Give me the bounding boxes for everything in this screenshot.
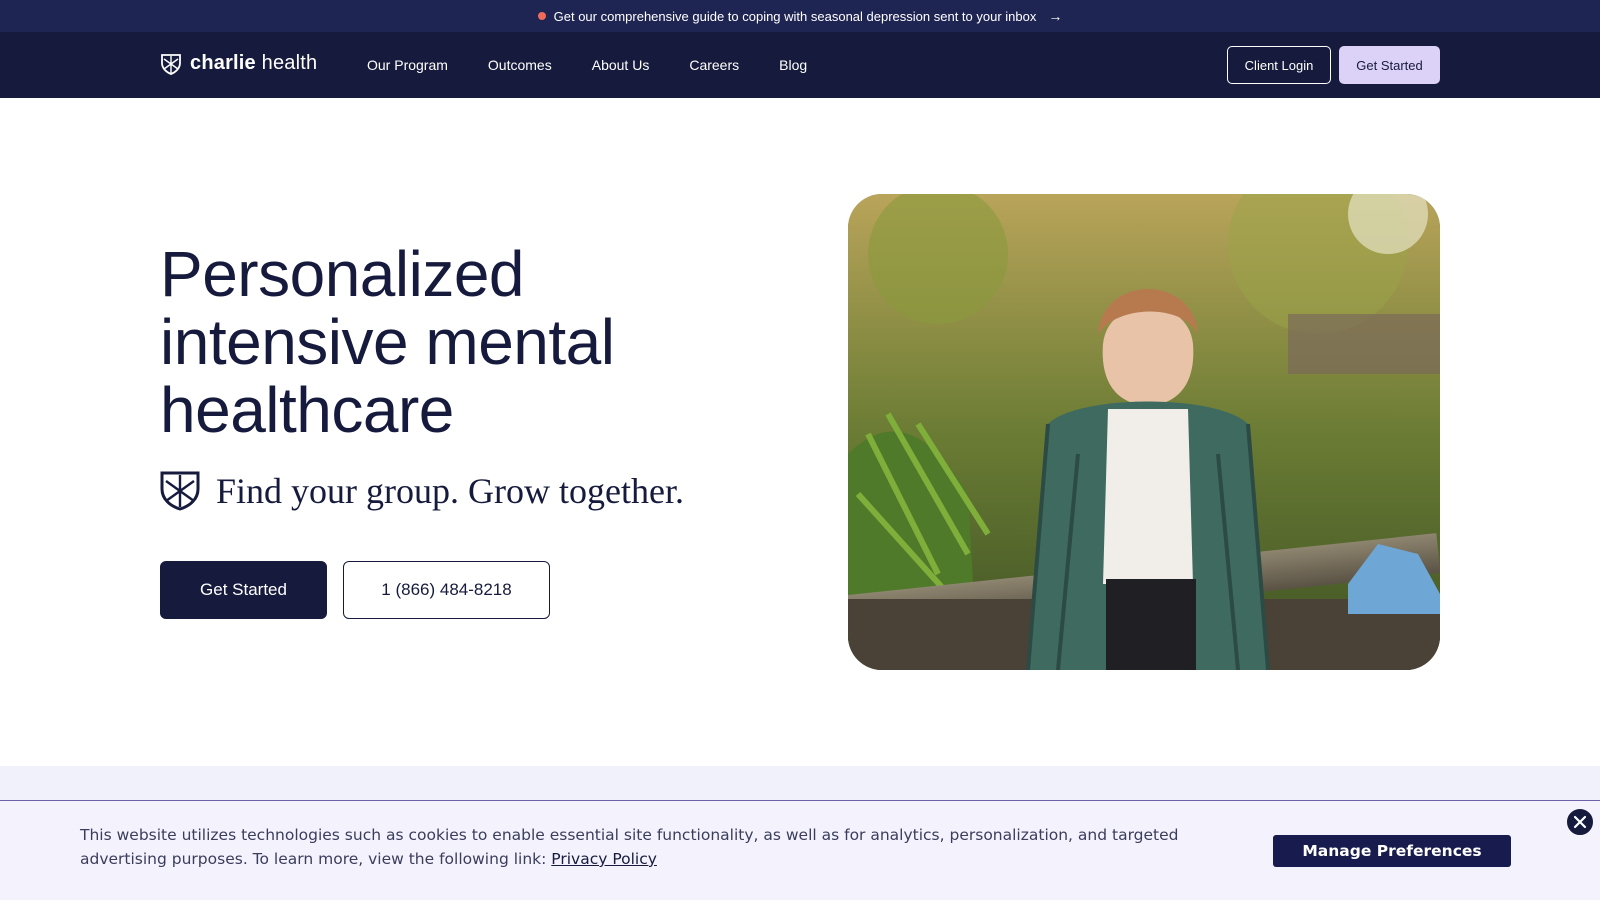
announcement-text[interactable]: Get our comprehensive guide to coping wi… (554, 9, 1037, 24)
brand-name: charlie health (190, 52, 318, 74)
nav-link-blog[interactable]: Blog (779, 57, 807, 73)
charlie-health-shield-icon (161, 53, 181, 75)
nav-links: Our Program Outcomes About Us Careers Bl… (367, 32, 847, 98)
hero-title: Personalized intensive mental healthcare (160, 238, 615, 446)
top-navigation: charlie health Our Program Outcomes Abou… (0, 32, 1600, 98)
manage-preferences-button[interactable]: Manage Preferences (1273, 835, 1511, 867)
section-band (0, 766, 1600, 800)
charlie-health-shield-icon (160, 471, 200, 511)
arrow-right-icon: → (1048, 8, 1063, 24)
hero-photo (848, 194, 1440, 670)
tagline-text: Find your group. Grow together. (216, 471, 684, 511)
phone-number-button[interactable]: 1 (866) 484-8218 (343, 561, 550, 619)
nav-get-started-button[interactable]: Get Started (1339, 46, 1440, 84)
nav-link-our-program[interactable]: Our Program (367, 57, 448, 73)
privacy-policy-link[interactable]: Privacy Policy (551, 850, 657, 868)
cookie-banner: This website utilizes technologies such … (0, 800, 1600, 900)
hero-get-started-button[interactable]: Get Started (160, 561, 327, 619)
announcement-bar[interactable]: Get our comprehensive guide to coping wi… (0, 0, 1600, 32)
nav-link-careers[interactable]: Careers (689, 57, 739, 73)
close-cookie-banner-button[interactable] (1567, 809, 1593, 835)
hero-tagline: Find your group. Grow together. (160, 470, 684, 512)
nav-link-outcomes[interactable]: Outcomes (488, 57, 552, 73)
client-login-button[interactable]: Client Login (1227, 46, 1331, 84)
brand-logo[interactable]: charlie health (160, 52, 317, 75)
cookie-text: This website utilizes technologies such … (80, 826, 1179, 868)
close-icon (1573, 815, 1587, 829)
nav-link-about-us[interactable]: About Us (592, 57, 650, 73)
announcement-dot (537, 12, 546, 20)
